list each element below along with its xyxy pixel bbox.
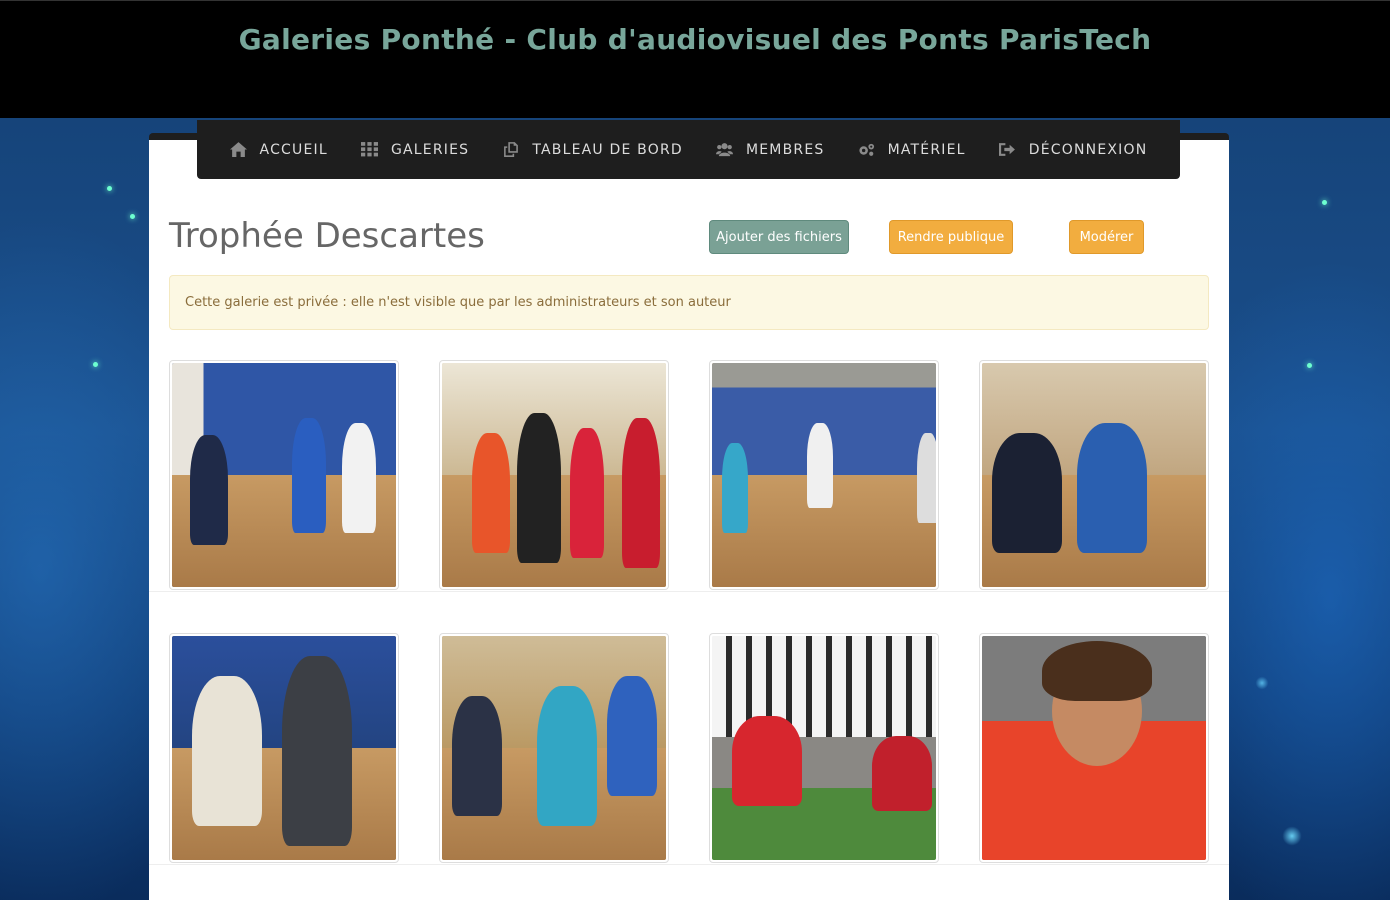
sign-out-icon (999, 142, 1017, 158)
alert-text: Cette galerie est privée : elle n'est vi… (185, 295, 731, 310)
nav-label: MEMBRES (745, 141, 825, 158)
gallery-thumbnail[interactable] (439, 633, 669, 863)
photo (712, 636, 936, 860)
make-public-button[interactable]: Rendre publique (889, 220, 1013, 254)
site-title: Galeries Ponthé - Club d'audiovisuel des… (238, 23, 1152, 56)
home-icon (230, 142, 248, 158)
nav-item-galeries[interactable]: GALERIES (361, 142, 469, 158)
copy-icon (502, 142, 520, 158)
background-light (1322, 200, 1327, 205)
add-files-button[interactable]: Ajouter des fichiers (709, 220, 849, 254)
background-light (107, 186, 112, 191)
nav-item-deconnexion[interactable]: DÉCONNEXION (999, 142, 1148, 158)
nav-item-materiel[interactable]: MATÉRIEL (858, 142, 966, 158)
gallery-thumbnail[interactable] (169, 633, 399, 863)
site-header: Galeries Ponthé - Club d'audiovisuel des… (0, 0, 1390, 118)
main-navbar: ACCUEIL GALERIES TABLEAU DE BORD MEMBRES… (197, 120, 1180, 179)
gallery-thumbnail[interactable] (439, 360, 669, 590)
nav-label: MATÉRIEL (887, 141, 966, 158)
page-title: Trophée Descartes (169, 216, 485, 256)
photo (442, 363, 666, 587)
background-light (130, 214, 135, 219)
gallery-thumbnail[interactable] (709, 360, 939, 590)
grid-icon (361, 142, 379, 158)
photo (982, 636, 1206, 860)
gallery-thumbnail[interactable] (169, 360, 399, 590)
nav-item-membres[interactable]: MEMBRES (716, 142, 824, 158)
row-divider (149, 591, 1229, 592)
gallery-thumbnail[interactable] (709, 633, 939, 863)
moderate-button[interactable]: Modérer (1069, 220, 1144, 254)
nav-label: TABLEAU DE BORD (532, 141, 683, 158)
background-light (93, 362, 98, 367)
privacy-alert: Cette galerie est privée : elle n'est vi… (169, 275, 1209, 330)
users-icon (716, 142, 734, 158)
nav-label: GALERIES (390, 141, 470, 158)
photo (982, 363, 1206, 587)
cogs-icon (858, 142, 876, 158)
nav-item-tableau-de-bord[interactable]: TABLEAU DE BORD (502, 142, 683, 158)
background-light (1307, 363, 1312, 368)
photo (172, 636, 396, 860)
gallery-thumbnail[interactable] (979, 633, 1209, 863)
nav-label: DÉCONNEXION (1028, 141, 1148, 158)
nav-label: ACCUEIL (259, 141, 328, 158)
nav-item-accueil[interactable]: ACCUEIL (230, 142, 328, 158)
gallery-thumbnail[interactable] (979, 360, 1209, 590)
photo (712, 363, 936, 587)
row-divider (149, 864, 1229, 865)
photo (442, 636, 666, 860)
photo (172, 363, 396, 587)
